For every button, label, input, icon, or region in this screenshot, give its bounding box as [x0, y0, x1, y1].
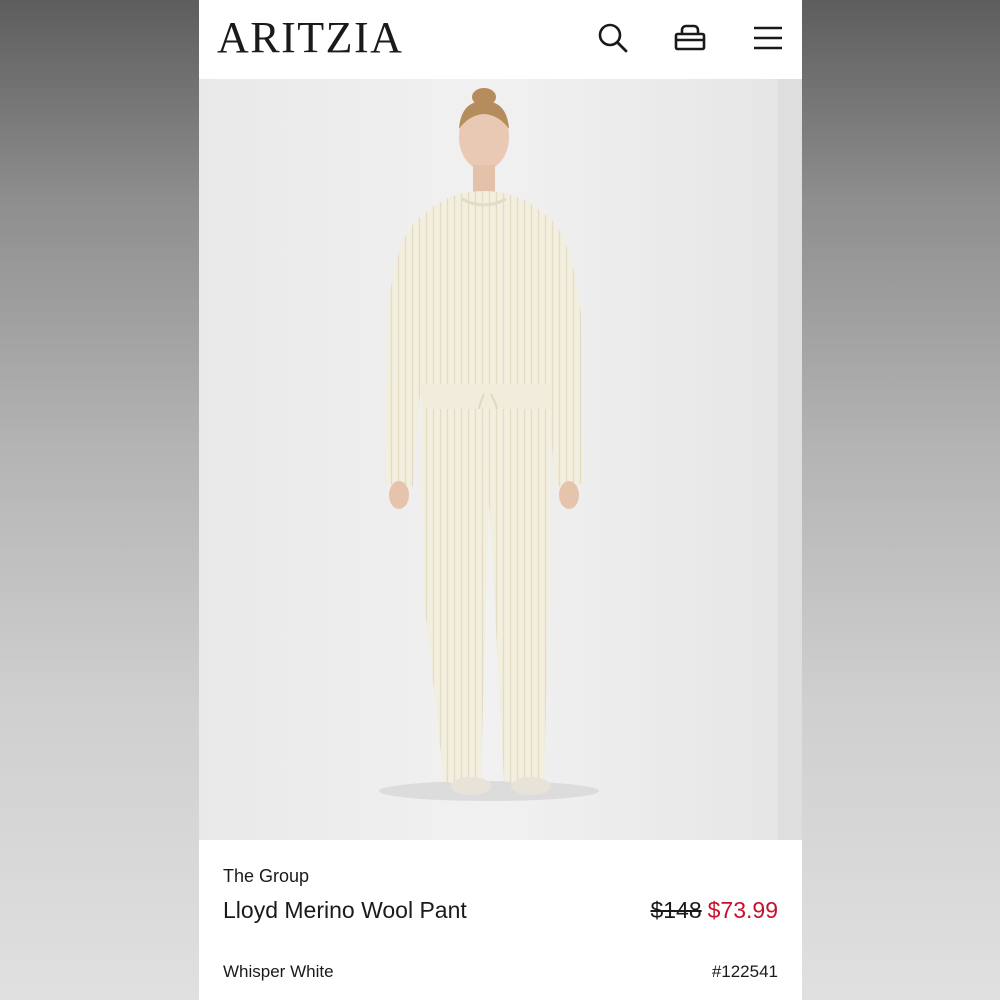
shopping-bag-icon: [674, 24, 706, 51]
product-name[interactable]: Lloyd Merino Wool Pant: [223, 897, 467, 924]
brand-logo[interactable]: ARITZIA: [217, 14, 403, 62]
style-number: #122541: [711, 962, 778, 981]
top-nav-bar: ARITZIA: [199, 0, 802, 79]
search-icon: [598, 23, 628, 53]
model-photo: [199, 79, 778, 840]
search-button[interactable]: [593, 18, 633, 58]
hamburger-menu-button[interactable]: [748, 18, 788, 58]
product-image[interactable]: [199, 79, 802, 840]
original-price: $148: [650, 897, 702, 923]
sale-price: $73.99: [707, 897, 778, 923]
app-screen: ARITZIA The Group Lloyd Merino Wool Pant…: [199, 0, 802, 1000]
next-image-peek[interactable]: [778, 79, 802, 840]
hamburger-menu-icon: [754, 26, 782, 50]
price-block: $148 $73.99: [650, 897, 778, 924]
product-info: The Group Lloyd Merino Wool Pant $148 $73…: [199, 840, 802, 1000]
color-name: Whisper White: [223, 962, 334, 981]
product-brand[interactable]: The Group: [223, 866, 309, 887]
shopping-bag-button[interactable]: [670, 18, 710, 58]
